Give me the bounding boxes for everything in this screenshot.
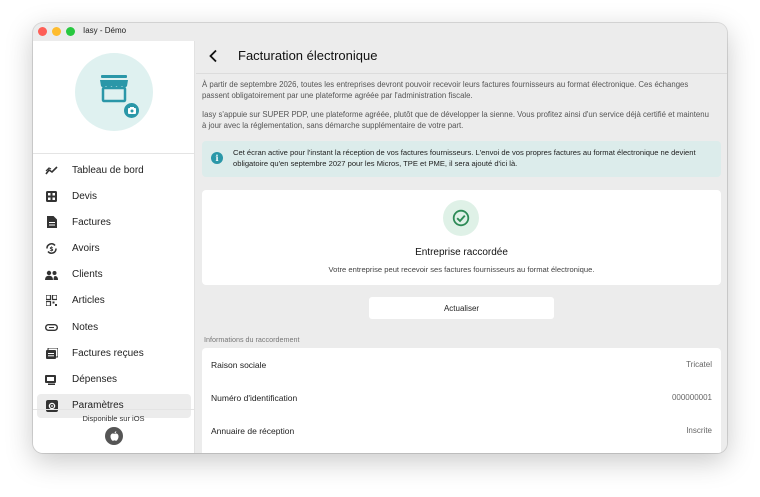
- edit-logo-badge[interactable]: [122, 101, 141, 120]
- sidebar-item-factures-recues[interactable]: Factures reçues: [37, 341, 191, 365]
- status-title: Entreprise raccordée: [415, 247, 508, 258]
- sidebar-item-label: Notes: [72, 321, 99, 333]
- sidebar-item-notes[interactable]: Notes: [37, 315, 191, 339]
- detail-row: Annuaire de réception Inscrite: [202, 414, 721, 447]
- intro-text: À partir de septembre 2026, toutes les e…: [202, 79, 714, 131]
- connection-status-card: Entreprise raccordée Votre entreprise pe…: [202, 190, 721, 285]
- dashboard-chart-icon: [45, 164, 58, 177]
- sidebar-item-label: Dépenses: [72, 374, 118, 385]
- page-title: Facturation électronique: [238, 48, 378, 63]
- sidebar-item-label: Tableau de bord: [72, 164, 144, 176]
- sidebar-item-factures[interactable]: Factures: [37, 210, 191, 234]
- sidebar-item-label: Clients: [72, 269, 103, 281]
- store-icon: [100, 75, 128, 103]
- link-pill-icon: [45, 321, 58, 334]
- sidebar-item-avoirs[interactable]: $ Avoirs: [37, 237, 191, 261]
- back-arrow-icon[interactable]: [208, 49, 220, 63]
- app-window: Iasy - Démo Tableau de bord Devis Factur…: [33, 23, 727, 453]
- receipt-icon: [45, 373, 58, 386]
- people-icon: [45, 268, 58, 281]
- info-text: Cet écran active pour l'instant la récep…: [233, 148, 696, 168]
- detail-value: Tricatel: [686, 360, 712, 369]
- sidebar-nav: Tableau de bord Devis Factures $ Avoirs: [37, 158, 191, 420]
- title-bar: Iasy - Démo: [33, 23, 195, 41]
- sidebar-item-articles[interactable]: Articles: [37, 289, 191, 313]
- credit-refresh-icon: $: [45, 242, 58, 255]
- detail-key: Raison sociale: [211, 359, 267, 370]
- check-circle-icon: [452, 209, 470, 227]
- info-icon: i: [211, 152, 223, 164]
- sidebar-item-tableau-de-bord[interactable]: Tableau de bord: [37, 158, 191, 182]
- company-logo[interactable]: [75, 53, 153, 131]
- status-description: Votre entreprise peut recevoir ses factu…: [328, 265, 595, 274]
- app-store-button[interactable]: [105, 427, 123, 445]
- sidebar-item-label: Factures reçues: [72, 347, 144, 359]
- refresh-button[interactable]: Actualiser: [369, 297, 554, 319]
- sidebar-item-devis[interactable]: Devis: [37, 184, 191, 208]
- maximize-window-button[interactable]: [66, 27, 75, 36]
- header-divider: [196, 73, 727, 74]
- sidebar-item-clients[interactable]: Clients: [37, 263, 191, 287]
- minimize-window-button[interactable]: [52, 27, 61, 36]
- detail-key: Annuaire de réception: [211, 425, 295, 436]
- sidebar-item-depenses[interactable]: Dépenses: [37, 368, 191, 392]
- camera-icon: [127, 107, 136, 114]
- page-header: Facturation électronique: [196, 39, 727, 75]
- connection-details-list: Raison sociale Tricatel Numéro d'identif…: [202, 348, 721, 453]
- ios-availability-text: Disponible sur iOS: [82, 414, 145, 423]
- detail-row: Raison sociale Tricatel: [202, 348, 721, 381]
- detail-value: 000000001: [671, 393, 712, 402]
- detail-row: Numéro d'identification 000000001: [202, 381, 721, 414]
- calculator-icon: [45, 190, 58, 203]
- sidebar-divider: [33, 153, 194, 154]
- settings-box-icon: [45, 399, 58, 412]
- document-icon: [45, 216, 58, 229]
- section-label: Informations du raccordement: [204, 335, 300, 344]
- intro-paragraph-2: Iasy s'appuie sur SUPER PDP, une platefo…: [202, 110, 709, 130]
- apple-icon: [110, 431, 118, 441]
- sidebar-item-label: Articles: [72, 295, 105, 307]
- sidebar-item-label: Factures: [72, 216, 111, 228]
- detail-key: Numéro d'identification: [211, 392, 298, 403]
- inbox-documents-icon: [45, 347, 58, 360]
- intro-paragraph-1: À partir de septembre 2026, toutes les e…: [202, 80, 689, 100]
- info-banner: i Cet écran active pour l'instant la réc…: [202, 141, 721, 177]
- svg-text:$: $: [49, 246, 53, 253]
- sidebar: Tableau de bord Devis Factures $ Avoirs: [33, 41, 195, 453]
- qr-code-icon: [45, 294, 58, 307]
- success-check-badge: [443, 200, 479, 236]
- sidebar-bottom-divider: [33, 409, 194, 410]
- sidebar-item-label: Avoirs: [72, 243, 100, 255]
- window-title: Iasy - Démo: [83, 26, 127, 35]
- detail-value: Inscrite: [686, 426, 712, 435]
- main-content: Facturation électronique À partir de sep…: [196, 23, 727, 453]
- sidebar-item-label: Devis: [72, 190, 98, 202]
- close-window-button[interactable]: [38, 27, 47, 36]
